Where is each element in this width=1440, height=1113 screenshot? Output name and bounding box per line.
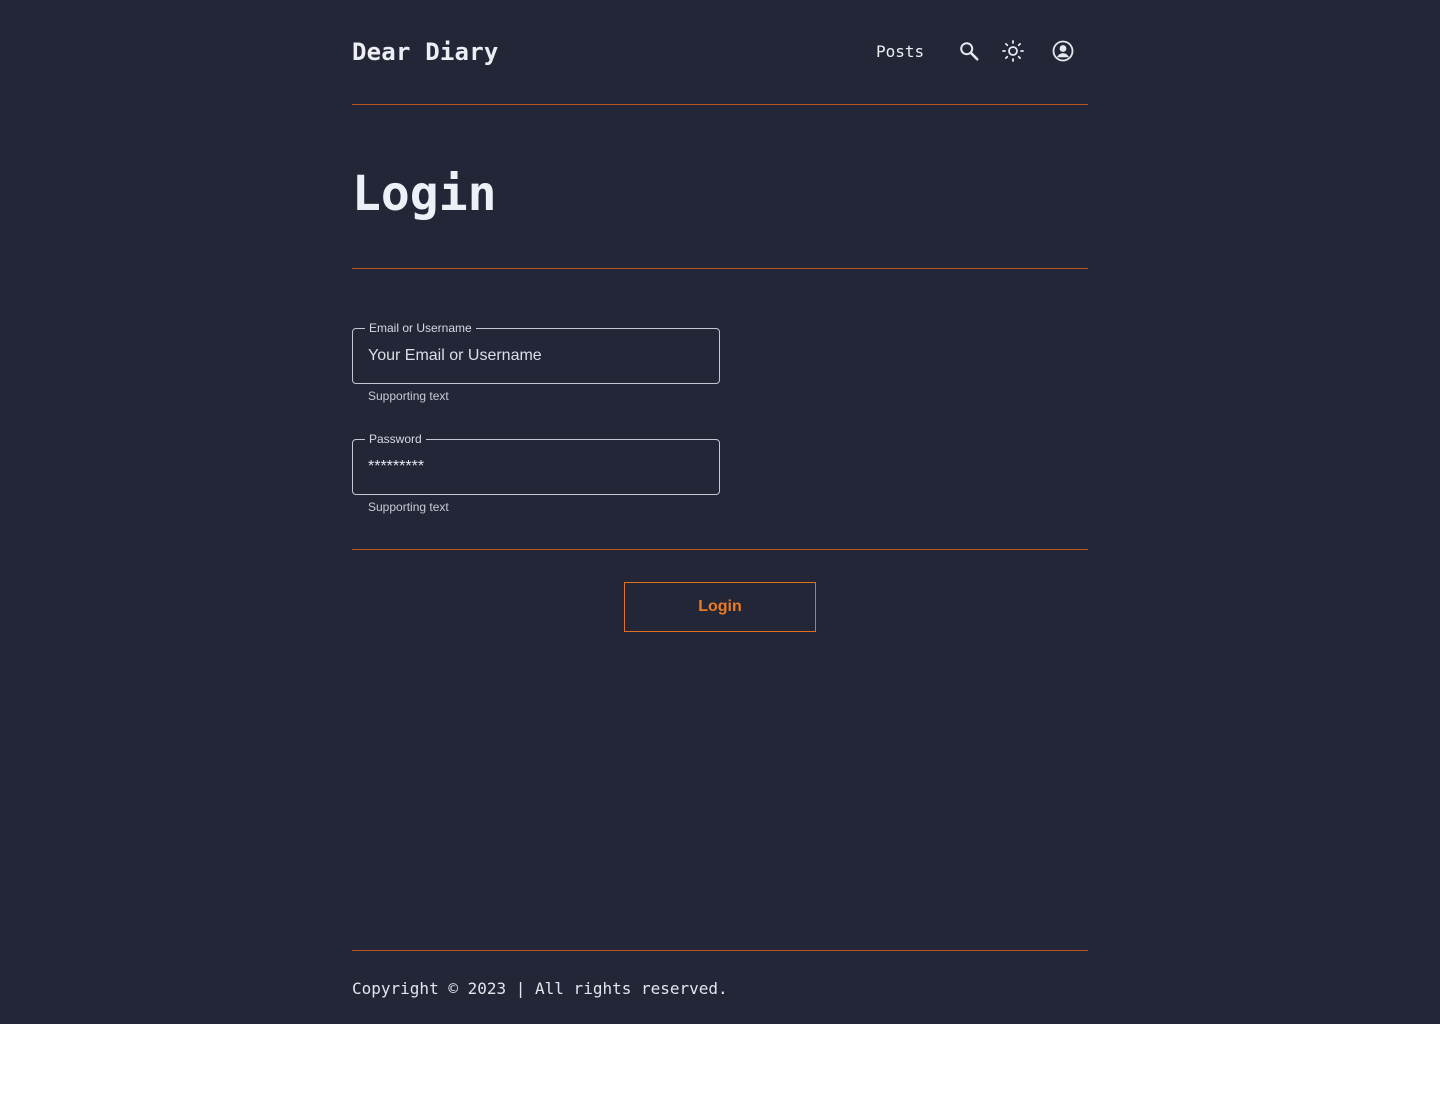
email-field: Email or Username bbox=[352, 320, 720, 384]
search-button[interactable] bbox=[956, 38, 982, 64]
account-button[interactable] bbox=[1050, 38, 1076, 64]
form-divider bbox=[352, 549, 1088, 550]
site-brand[interactable]: Dear Diary bbox=[352, 36, 499, 68]
site-header: Dear Diary Posts bbox=[352, 0, 1088, 105]
sun-icon bbox=[1002, 40, 1024, 62]
search-icon bbox=[960, 42, 979, 61]
footer-copyright: Copyright © 2023 | All rights reserved. bbox=[352, 979, 728, 998]
app-root: Dear Diary Posts Login Email or Username… bbox=[0, 0, 1440, 1024]
password-field: Password bbox=[352, 431, 720, 495]
title-divider bbox=[352, 268, 1088, 269]
footer-divider bbox=[352, 950, 1088, 951]
nav-link-posts[interactable]: Posts bbox=[876, 40, 924, 64]
theme-toggle-button[interactable] bbox=[1000, 38, 1026, 64]
email-supporting-text: Supporting text bbox=[368, 389, 449, 403]
password-supporting-text: Supporting text bbox=[368, 500, 449, 514]
email-input[interactable] bbox=[368, 329, 704, 383]
login-button[interactable]: Login bbox=[624, 582, 816, 632]
password-input[interactable] bbox=[368, 440, 704, 494]
page-title: Login bbox=[352, 166, 497, 222]
account-circle-icon bbox=[1052, 40, 1074, 62]
